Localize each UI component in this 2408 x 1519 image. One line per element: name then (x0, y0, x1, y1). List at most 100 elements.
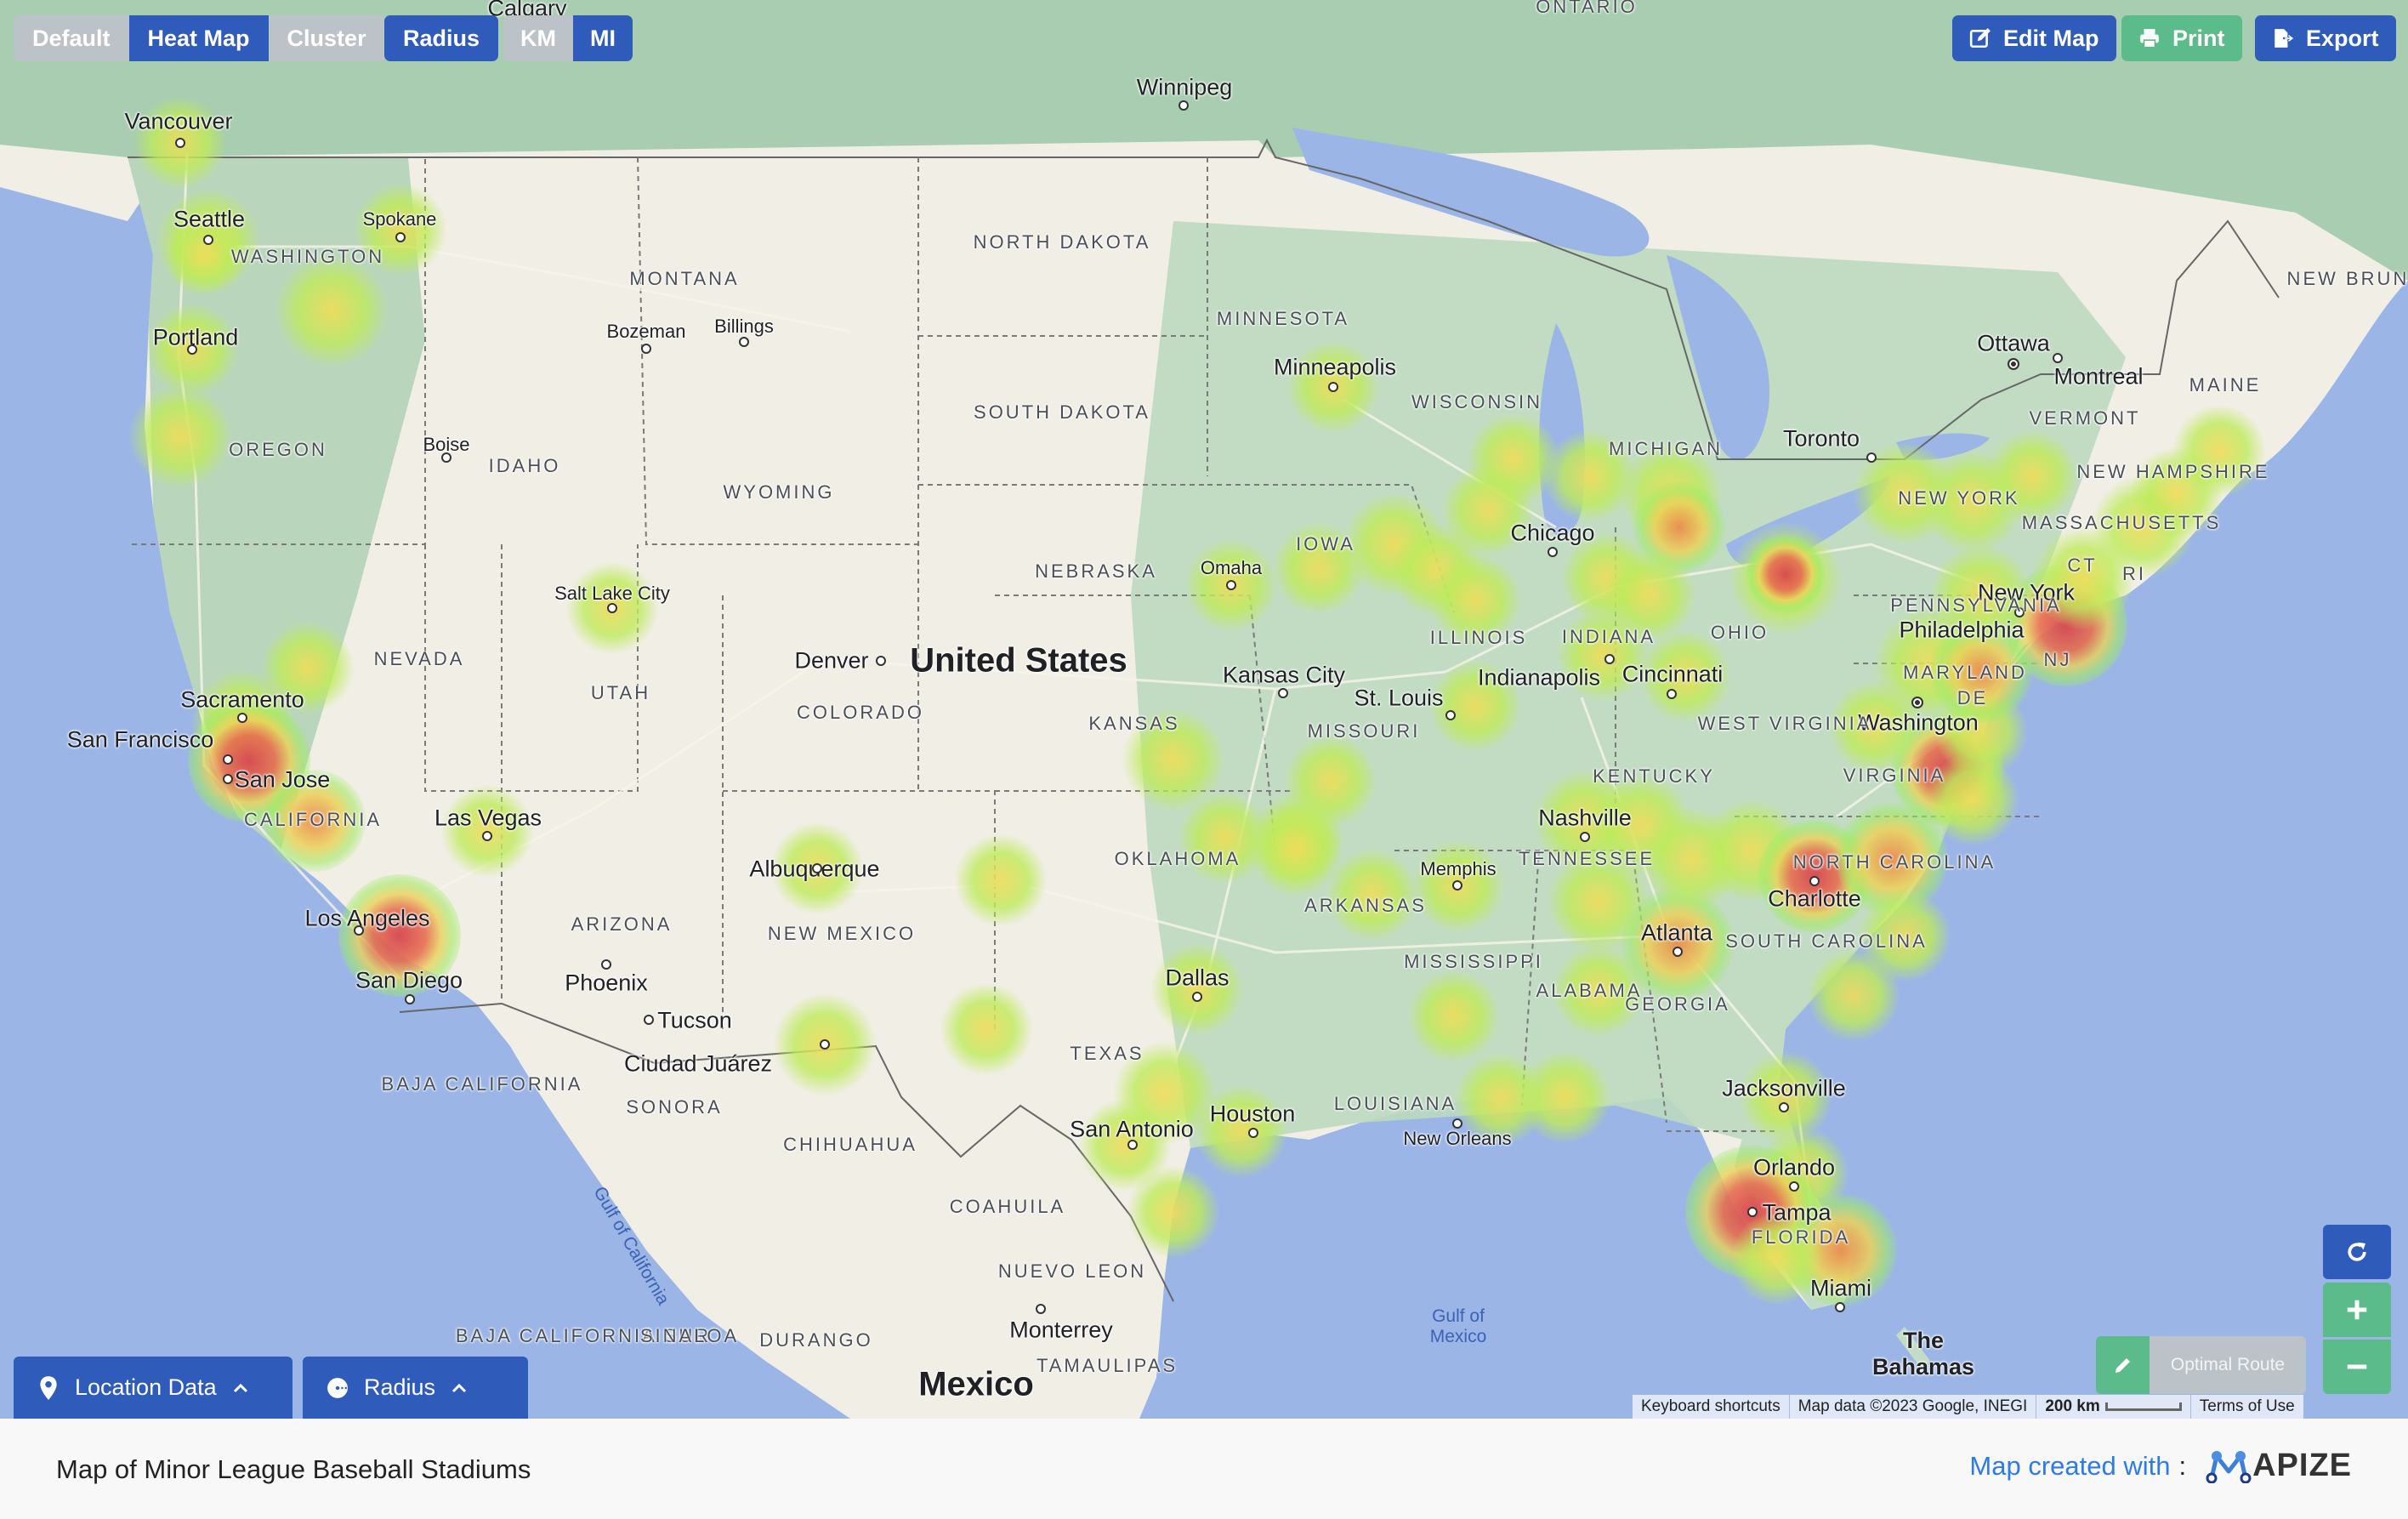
region-label: ARKANSAS (1304, 895, 1427, 916)
export-button[interactable]: Export (2255, 15, 2396, 61)
city-marker[interactable] (1667, 689, 1677, 699)
city-marker[interactable] (405, 994, 415, 1004)
city-marker[interactable] (1445, 710, 1456, 720)
print-label: Print (2172, 25, 2225, 51)
map-canvas[interactable]: Vancouver Seattle Spokane Portland Boise Boze… (0, 0, 2408, 1419)
city-marker[interactable] (1192, 992, 1202, 1002)
region-label: OHIO (1710, 622, 1769, 643)
city-marker[interactable] (1278, 688, 1288, 698)
city-label: Nashville (1538, 805, 1632, 831)
city-marker[interactable] (607, 603, 617, 613)
region-label: NORTH CAROLINA (1792, 851, 1996, 873)
city-label: Denver (794, 647, 869, 674)
city-label: Cincinnati (1621, 661, 1724, 687)
city-marker[interactable] (354, 925, 364, 936)
view-cluster-button[interactable]: Cluster (268, 15, 385, 61)
region-label: GEORGIA (1625, 993, 1730, 1015)
city-marker[interactable] (1673, 947, 1683, 957)
export-label: Export (2306, 25, 2379, 51)
city-marker[interactable] (1452, 1118, 1462, 1129)
city-marker[interactable] (1604, 654, 1615, 664)
city-marker[interactable] (1911, 697, 1923, 708)
region-label: UTAH (590, 682, 651, 703)
city-label: San Antonio (1070, 1116, 1194, 1142)
city-marker[interactable] (641, 344, 651, 354)
refresh-button[interactable] (2323, 1225, 2391, 1279)
scale-indicator[interactable]: 200 km (2036, 1395, 2189, 1419)
region-label: WASHINGTON (230, 246, 385, 267)
radius-toggle-group: Radius (384, 15, 499, 61)
city-marker[interactable] (395, 232, 406, 242)
city-marker[interactable] (820, 1039, 830, 1050)
print-button[interactable]: Print (2121, 15, 2242, 61)
city-marker[interactable] (1248, 1128, 1258, 1138)
region-label: NEW YORK (1898, 487, 2020, 509)
city-marker[interactable] (2053, 353, 2063, 363)
city-marker[interactable] (187, 344, 197, 355)
city-marker[interactable] (1789, 1181, 1799, 1192)
city-marker[interactable] (1580, 832, 1590, 842)
radius-panel-toggle[interactable]: Radius (303, 1357, 528, 1419)
city-marker[interactable] (1178, 100, 1189, 111)
city-marker[interactable] (876, 656, 886, 666)
edit-icon (1969, 28, 1991, 48)
city-marker[interactable] (1835, 1302, 1845, 1312)
city-marker[interactable] (175, 138, 185, 148)
city-marker[interactable] (2008, 358, 2019, 370)
region-label: NEVADA (373, 648, 465, 669)
city-marker[interactable] (1036, 1304, 1046, 1314)
city-marker[interactable] (1548, 547, 1558, 557)
route-edit-button[interactable] (2096, 1336, 2150, 1394)
region-label: NEW HAMPSHIRE (2076, 461, 2270, 482)
city-label: Jacksonville (1722, 1075, 1846, 1101)
city-label: Los Angeles (304, 905, 430, 931)
zoom-in-button[interactable] (2323, 1283, 2391, 1337)
zoom-out-button[interactable] (2323, 1340, 2391, 1394)
location-data-label: Location Data (75, 1374, 217, 1400)
edit-map-button[interactable]: Edit Map (1952, 15, 2116, 61)
city-marker[interactable] (1747, 1207, 1758, 1217)
region-label: ONTARIO (1536, 0, 1638, 17)
keyboard-shortcuts-link[interactable]: Keyboard shortcuts (1633, 1395, 1789, 1419)
radius-button[interactable]: Radius (384, 15, 499, 61)
country-label: Mexico (918, 1365, 1034, 1403)
location-data-panel-toggle[interactable]: Location Data (14, 1357, 292, 1419)
region-label: MICHIGAN (1609, 438, 1723, 459)
unit-mi-button[interactable]: MI (573, 15, 633, 61)
city-marker[interactable] (1127, 1140, 1138, 1150)
city-label: Salt Lake City (554, 583, 670, 604)
city-marker[interactable] (482, 831, 492, 841)
city-marker[interactable] (1866, 452, 1877, 463)
optimal-route-button[interactable]: Optimal Route (2150, 1336, 2306, 1394)
city-label: San Francisco (66, 726, 214, 753)
city-marker[interactable] (812, 863, 822, 873)
city-marker[interactable] (739, 337, 749, 347)
view-heatmap-button[interactable]: Heat Map (128, 15, 269, 61)
view-default-button[interactable]: Default (14, 15, 129, 61)
city-label: Washington (1858, 709, 1979, 736)
city-label: St. Louis (1354, 685, 1444, 711)
city-label: Montreal (2053, 363, 2144, 390)
city-marker[interactable] (223, 774, 233, 784)
city-label: Atlanta (1640, 919, 1713, 946)
city-marker[interactable] (1779, 1102, 1789, 1112)
city-label: Ciudad Juárez (623, 1050, 773, 1077)
region-label: NUEVO LEON (997, 1260, 1147, 1282)
city-marker[interactable] (223, 754, 233, 765)
city-marker[interactable] (1328, 382, 1338, 392)
city-marker[interactable] (1452, 880, 1462, 890)
city-marker[interactable] (237, 713, 247, 723)
unit-km-button[interactable]: KM (503, 15, 573, 61)
city-marker[interactable] (601, 959, 611, 970)
city-marker[interactable] (1226, 580, 1236, 590)
city-marker[interactable] (441, 452, 452, 463)
city-label: Philadelphia (1899, 617, 2025, 643)
terms-of-use-link[interactable]: Terms of Use (2189, 1395, 2303, 1419)
mapize-logo[interactable]: APIZE (2205, 1448, 2352, 1484)
region-label: NEW BRUNSWICK (2286, 268, 2408, 289)
country-label: The Bahamas (1871, 1328, 1975, 1380)
city-marker[interactable] (1809, 876, 1820, 886)
refresh-icon (2348, 1242, 2366, 1261)
city-marker[interactable] (644, 1015, 654, 1025)
city-marker[interactable] (203, 235, 213, 245)
